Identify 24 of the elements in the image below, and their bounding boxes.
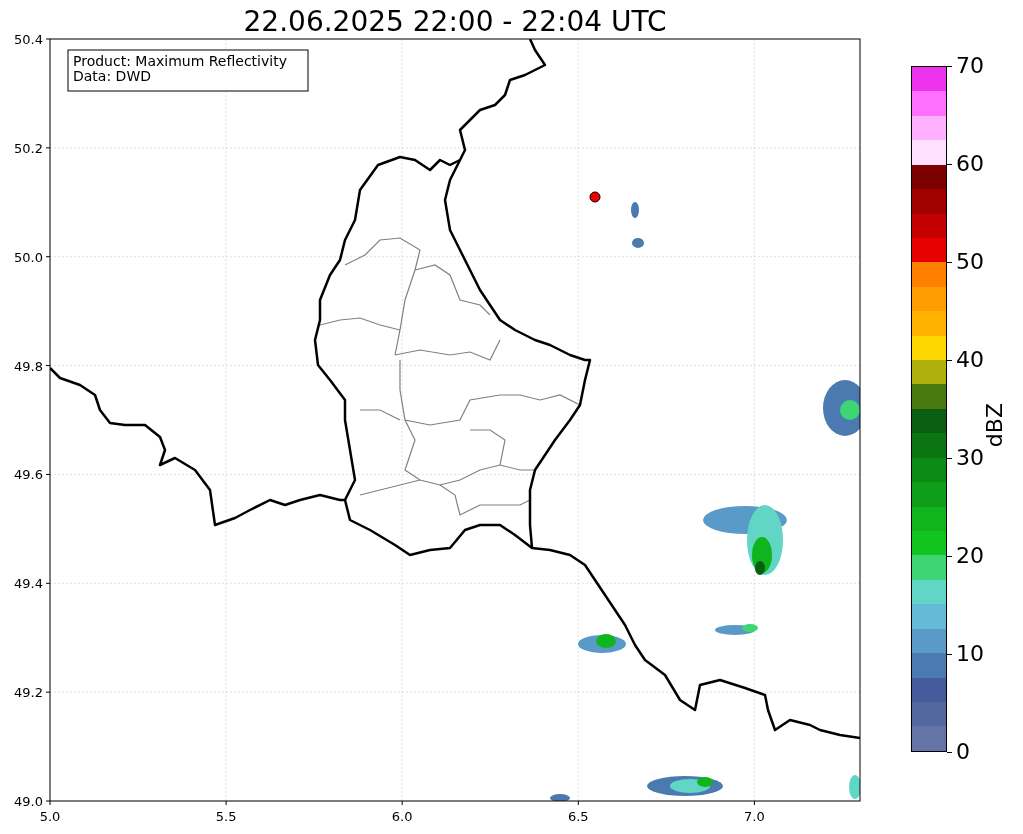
axis-tick-label: 49.8 — [14, 358, 43, 374]
axis-tick-label: 50.4 — [14, 32, 43, 47]
axis-tick-label: 50.2 — [14, 140, 43, 156]
axis-tick-label: 6.0 — [391, 809, 413, 824]
scale-tick-label: 10 — [956, 641, 984, 667]
axis-tick-label: 5.5 — [215, 809, 237, 824]
axis-tick-label: 50.0 — [14, 249, 43, 265]
axis-tick-label: 5.0 — [39, 809, 61, 824]
scale-tick-label: 70 — [956, 53, 984, 79]
axis-tick-label: 49.2 — [14, 685, 43, 701]
scale-unit-label: dBZ — [982, 402, 1007, 448]
axis-tick-label: 49.4 — [14, 576, 43, 592]
scale-tick-label: 50 — [956, 249, 984, 275]
info-box: Product: Maximum Reflectivity Data: DWD — [67, 49, 309, 92]
scale-tick-label: 40 — [956, 347, 984, 373]
chart-title: 22.06.2025 22:00 - 22:04 UTC — [243, 5, 667, 38]
scale-tick-label: 0 — [956, 739, 970, 765]
scale-tick-label: 30 — [956, 445, 984, 471]
axis-tick-label: 6.5 — [567, 809, 589, 824]
axis-tick-label: 49.0 — [14, 794, 43, 809]
axis-tick-label: 49.6 — [14, 467, 43, 483]
axis-tick-label: 7.0 — [744, 809, 765, 824]
scale-tick-label: 20 — [956, 543, 984, 569]
scale-tick-label: 60 — [956, 151, 984, 177]
